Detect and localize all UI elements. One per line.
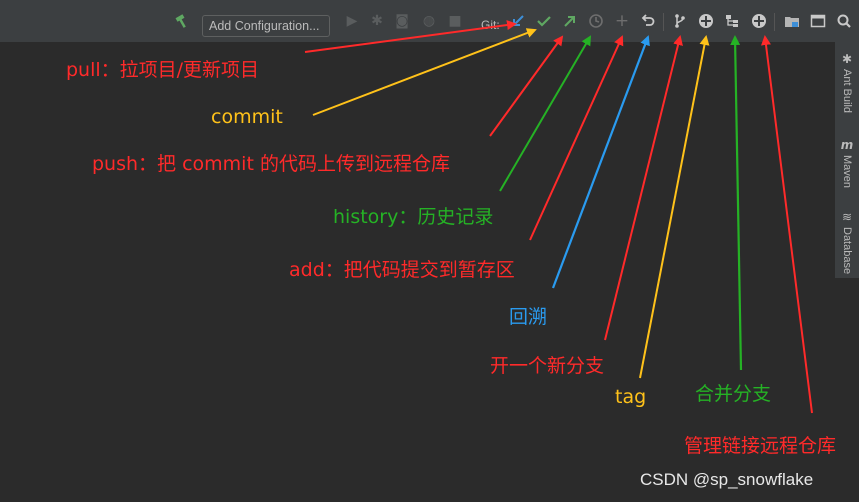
annotation-merge: 合并分支: [695, 383, 772, 405]
annotation-history: history：历史记录: [333, 206, 494, 228]
tag-arrow: [639, 35, 710, 379]
push-arrow: [489, 35, 564, 137]
commit-arrow: [312, 28, 537, 116]
annotation-remote: 管理链接远程仓库: [684, 435, 837, 457]
branch-arrow: [604, 35, 683, 341]
annotation-branch: 开一个新分支: [490, 355, 605, 377]
remote-arrow: [761, 35, 813, 414]
add-arrow: [529, 35, 624, 241]
annotation-rollback: 回溯: [509, 306, 548, 328]
annotation-commit: commit: [211, 106, 283, 128]
annotation-push: push：把 commit 的代码上传到远程仓库: [92, 153, 450, 175]
annotation-pull: pull：拉项目/更新项目: [66, 59, 260, 81]
pull-arrow: [304, 20, 517, 53]
merge-arrow: [730, 35, 743, 371]
annotation-add: add：把代码提交到暂存区: [289, 259, 515, 281]
watermark: CSDN @sp_snowflake: [640, 470, 814, 489]
annotation-tag: tag: [615, 386, 647, 408]
